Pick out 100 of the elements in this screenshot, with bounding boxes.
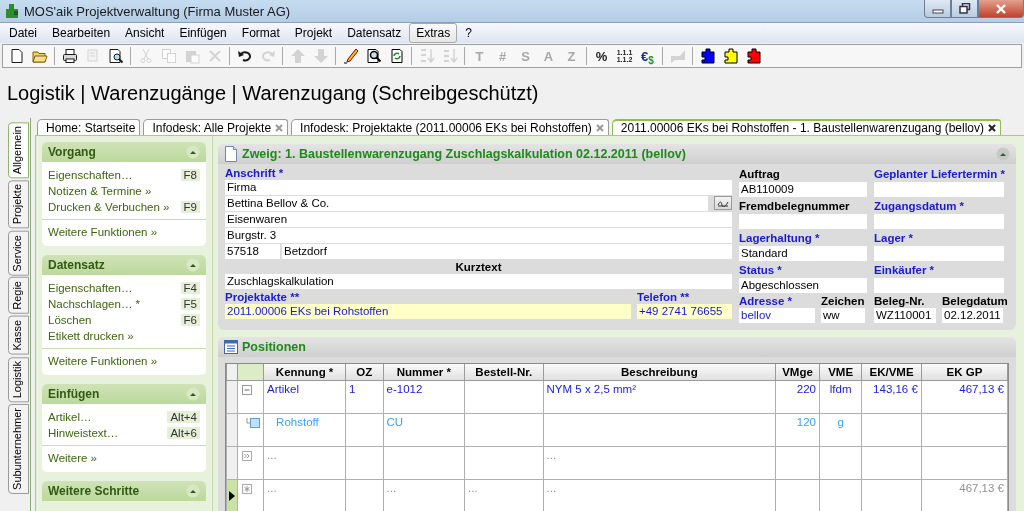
menu-item[interactable]: Format [234,23,287,43]
input-field[interactable]: Eisenwaren [225,212,732,227]
column-header[interactable]: VME [819,364,862,381]
column-header[interactable]: Nummer * [383,364,465,381]
input-field[interactable]: Standard [739,246,867,261]
shortcut-key: Alt+4 [167,411,200,423]
form-title: Zweig: 1. Baustellenwarenzugang Zuschlagskalkulation 02.12.2011 (bellov) [242,147,687,161]
input-field[interactable]: WZ110001 [874,308,936,323]
field-label: Fremdbelegnummer [739,199,851,214]
toolbar-button[interactable]: % [590,46,613,66]
more-link[interactable]: Weitere Funktionen » [48,226,158,238]
refresh-icon[interactable] [388,48,405,64]
field-label: Lager * [874,231,914,246]
menu-item[interactable]: Extras [409,23,458,43]
document-tab[interactable]: Infodesk: Alle Projekte [143,119,289,135]
task-link[interactable]: Drucken & Verbuchen » [48,201,170,213]
table-cell [861,413,922,447]
field-label: Geplanter Liefertermin * [874,167,1004,182]
close-icon [995,3,1007,14]
input-field[interactable]: ww [821,308,865,323]
close-button[interactable] [978,0,1024,18]
input-field[interactable]: AB110009 [739,182,867,197]
side-tab[interactable]: Subunternehmer [8,404,29,494]
menu-item[interactable]: Datei [2,23,44,43]
more-link[interactable]: Weitere Funktionen » [48,355,158,367]
pick-button[interactable] [714,196,732,210]
task-link[interactable]: Etikett drucken » [48,330,134,342]
document-icon [224,146,238,162]
input-field[interactable]: 2011.00006 EKs bei Rohstoffen [225,304,631,319]
input-field[interactable]: 02.12.2011 [942,308,1003,323]
new-document-icon[interactable] [8,48,25,64]
column-header[interactable]: Beschreibung [543,364,776,381]
field-label: Telefon ** [637,290,691,304]
task-link[interactable]: Artikel… [48,411,92,423]
wave-icon [717,199,729,207]
task-link[interactable]: Eigenschaften… [48,282,133,294]
pencil-icon[interactable] [342,48,359,64]
menu-item[interactable]: Einfügen [172,23,234,43]
column-header[interactable]: Kennung * [263,364,346,381]
side-tab[interactable]: Service [8,230,29,276]
input-field[interactable] [874,214,1004,229]
printer-icon[interactable] [61,48,78,64]
puzzle-icon[interactable] [699,48,716,64]
menu-item[interactable]: Ansicht [118,23,172,43]
task-link[interactable]: Löschen [48,314,92,326]
input-field[interactable]: Abgeschlossen [739,278,867,293]
input-field[interactable]: bellov [739,308,815,323]
table-icon [224,339,238,355]
column-header[interactable]: Bestell-Nr. [464,364,544,381]
menu-item[interactable]: ? [458,23,479,43]
column-header[interactable]: VMge [775,364,820,381]
folder-icon[interactable] [31,48,48,64]
input-field[interactable]: Bettina Bellov & Co. [225,196,708,211]
side-tab[interactable]: Regie [8,277,29,315]
document-tab[interactable]: Home: Startseite [37,119,141,135]
shortcut-key: F8 [180,169,200,181]
puzzle-icon[interactable] [722,48,739,64]
table-cell: CU [383,413,465,447]
column-header[interactable]: OZ [345,364,384,381]
field-label: Lagerhaltung * [739,231,821,246]
task-link[interactable]: Eigenschaften… [48,169,133,181]
table-cell: 467,13 € [921,380,1008,414]
column-header[interactable]: EK GP [921,364,1008,381]
task-link[interactable]: Notizen & Termine » [48,185,152,197]
task-link[interactable]: Nachschlagen… * [48,298,141,310]
document-tab[interactable]: Infodesk: Projektakte (2011.00006 EKs bei Rohstoffen) [291,119,609,135]
column-header[interactable]: EK/VME [861,364,922,381]
field-label: Beleg-Nr. [874,294,926,308]
row-selector[interactable] [226,479,238,511]
input-field[interactable] [739,214,867,229]
task-link[interactable]: Hinweistext… [48,427,119,439]
side-tab[interactable]: Projekte [8,180,29,229]
restore-button[interactable] [951,0,978,18]
side-tab[interactable]: Kasse [8,316,29,355]
menu-item[interactable]: Datensatz [340,23,409,43]
input-field[interactable]: +49 2741 76655 [637,304,732,319]
preview-icon[interactable] [107,48,124,64]
input-field[interactable]: Firma [225,180,732,195]
field-label: Projektakte ** [225,290,301,304]
menu-item[interactable]: Bearbeiten [45,23,118,43]
puzzle-icon[interactable] [745,48,762,64]
more-link[interactable]: Weitere » [48,452,97,464]
input-field[interactable] [874,278,1004,293]
input-field[interactable] [874,246,1004,261]
input-field[interactable] [874,182,1004,197]
input-field[interactable]: 57518 [225,244,280,259]
table-cell: ... [543,446,776,480]
side-tab[interactable]: Allgemein [8,122,29,179]
input-field[interactable]: Burgstr. 3 [225,228,732,243]
toolbar-button[interactable]: €$_{$}$ [636,46,659,66]
document-tab[interactable]: 2011.00006 EKs bei Rohstoffen - 1. Baustellenwarenzugang (bellov) [611,119,1001,135]
side-tab[interactable]: Logistik [8,356,29,402]
shortcut-key: F5 [180,298,200,310]
search-icon[interactable] [365,48,382,64]
undo-icon[interactable] [236,48,253,64]
input-field[interactable]: Zuschlagskalkulation [225,274,732,289]
field-label: Einkäufer * [874,263,936,278]
menu-item[interactable]: Projekt [287,23,340,43]
app-icon [4,3,20,19]
input-field[interactable]: Betzdorf [282,244,732,259]
